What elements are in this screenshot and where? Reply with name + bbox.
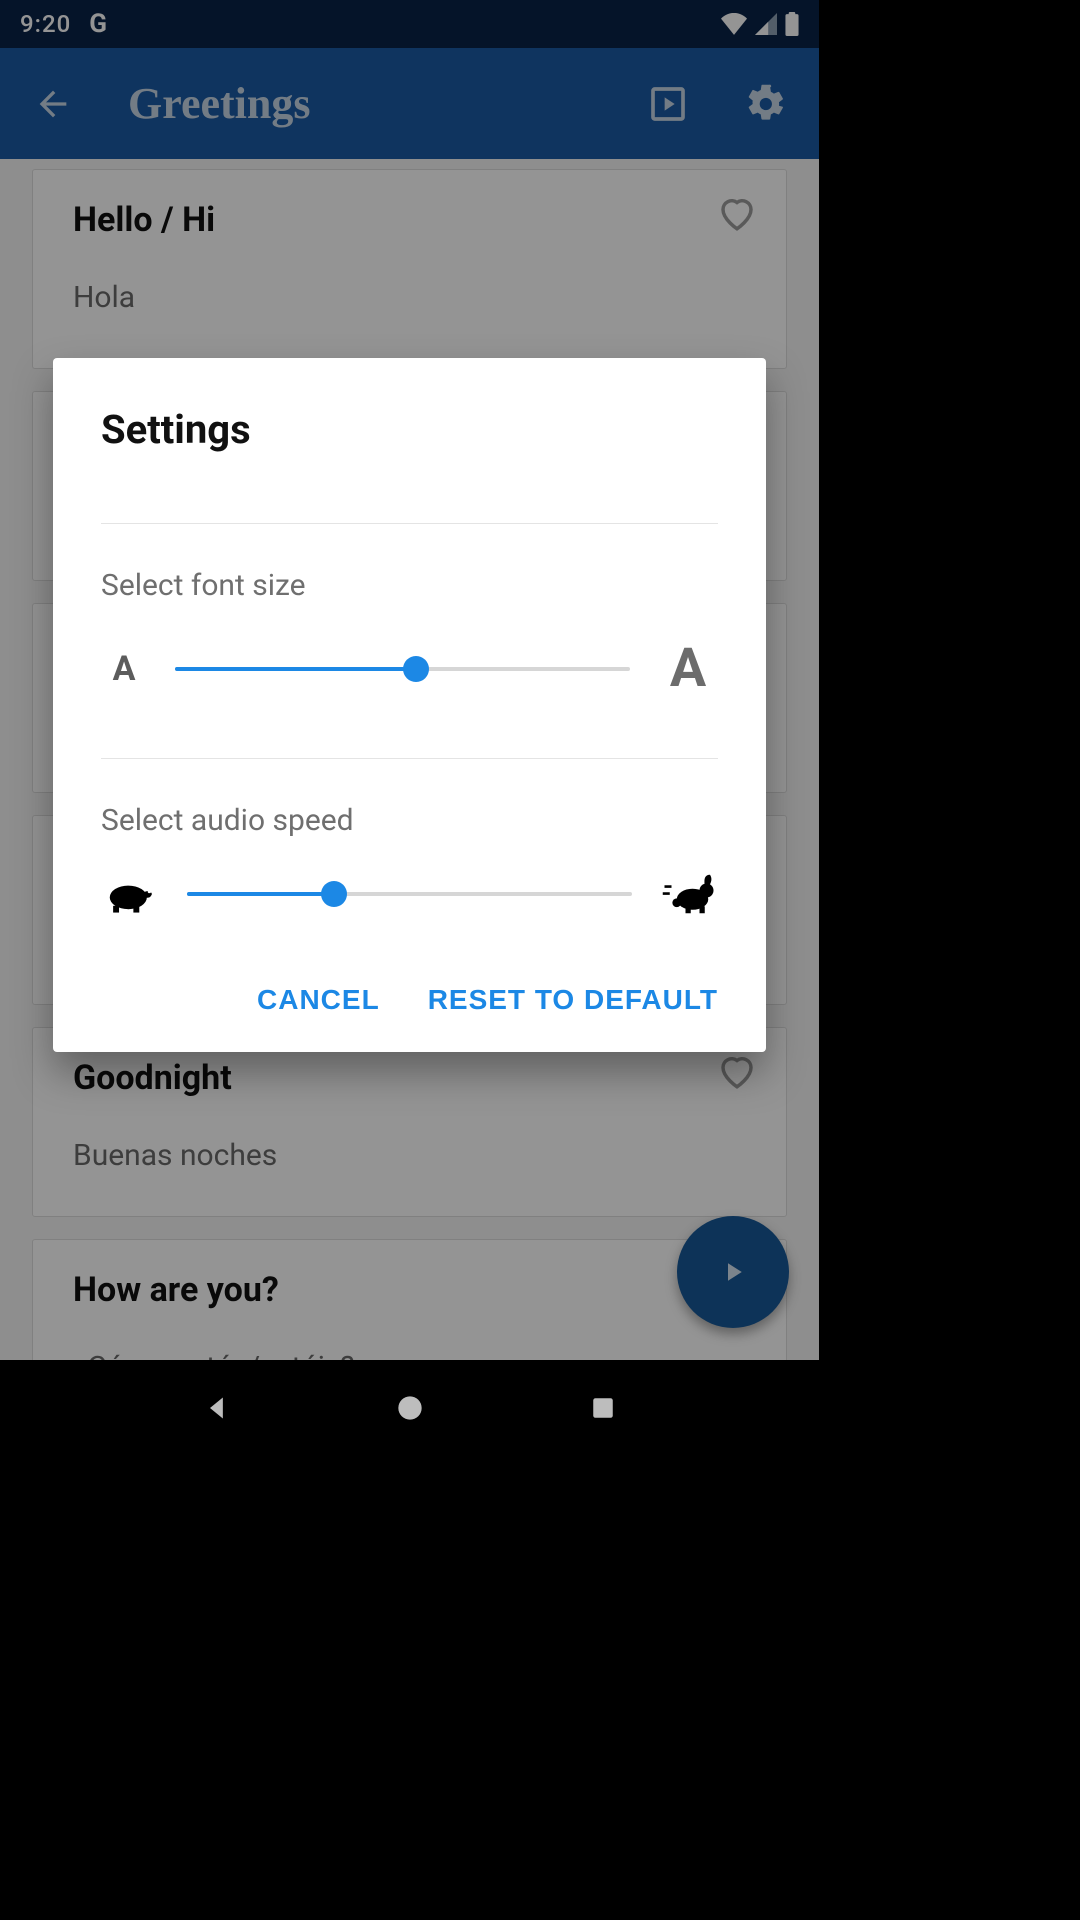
dialog-title: Settings bbox=[101, 406, 718, 453]
audio-speed-label: Select audio speed bbox=[101, 803, 718, 838]
font-large-icon: A bbox=[658, 637, 718, 700]
nav-home-button[interactable] bbox=[386, 1384, 434, 1432]
font-size-section: Select font size A A bbox=[101, 523, 718, 734]
audio-speed-slider[interactable] bbox=[187, 882, 632, 906]
cancel-button[interactable]: CANCEL bbox=[257, 984, 380, 1016]
settings-dialog: Settings Select font size A A Select aud… bbox=[53, 358, 766, 1052]
font-size-label: Select font size bbox=[101, 568, 718, 603]
nav-recent-button[interactable] bbox=[579, 1384, 627, 1432]
system-nav-bar bbox=[0, 1360, 819, 1456]
font-small-icon: A bbox=[101, 649, 147, 689]
rabbit-icon bbox=[660, 872, 718, 916]
nav-back-button[interactable] bbox=[193, 1384, 241, 1432]
turtle-icon bbox=[101, 874, 159, 914]
reset-button[interactable]: RESET TO DEFAULT bbox=[428, 984, 718, 1016]
font-size-slider[interactable] bbox=[175, 657, 630, 681]
audio-speed-section: Select audio speed bbox=[101, 758, 718, 950]
